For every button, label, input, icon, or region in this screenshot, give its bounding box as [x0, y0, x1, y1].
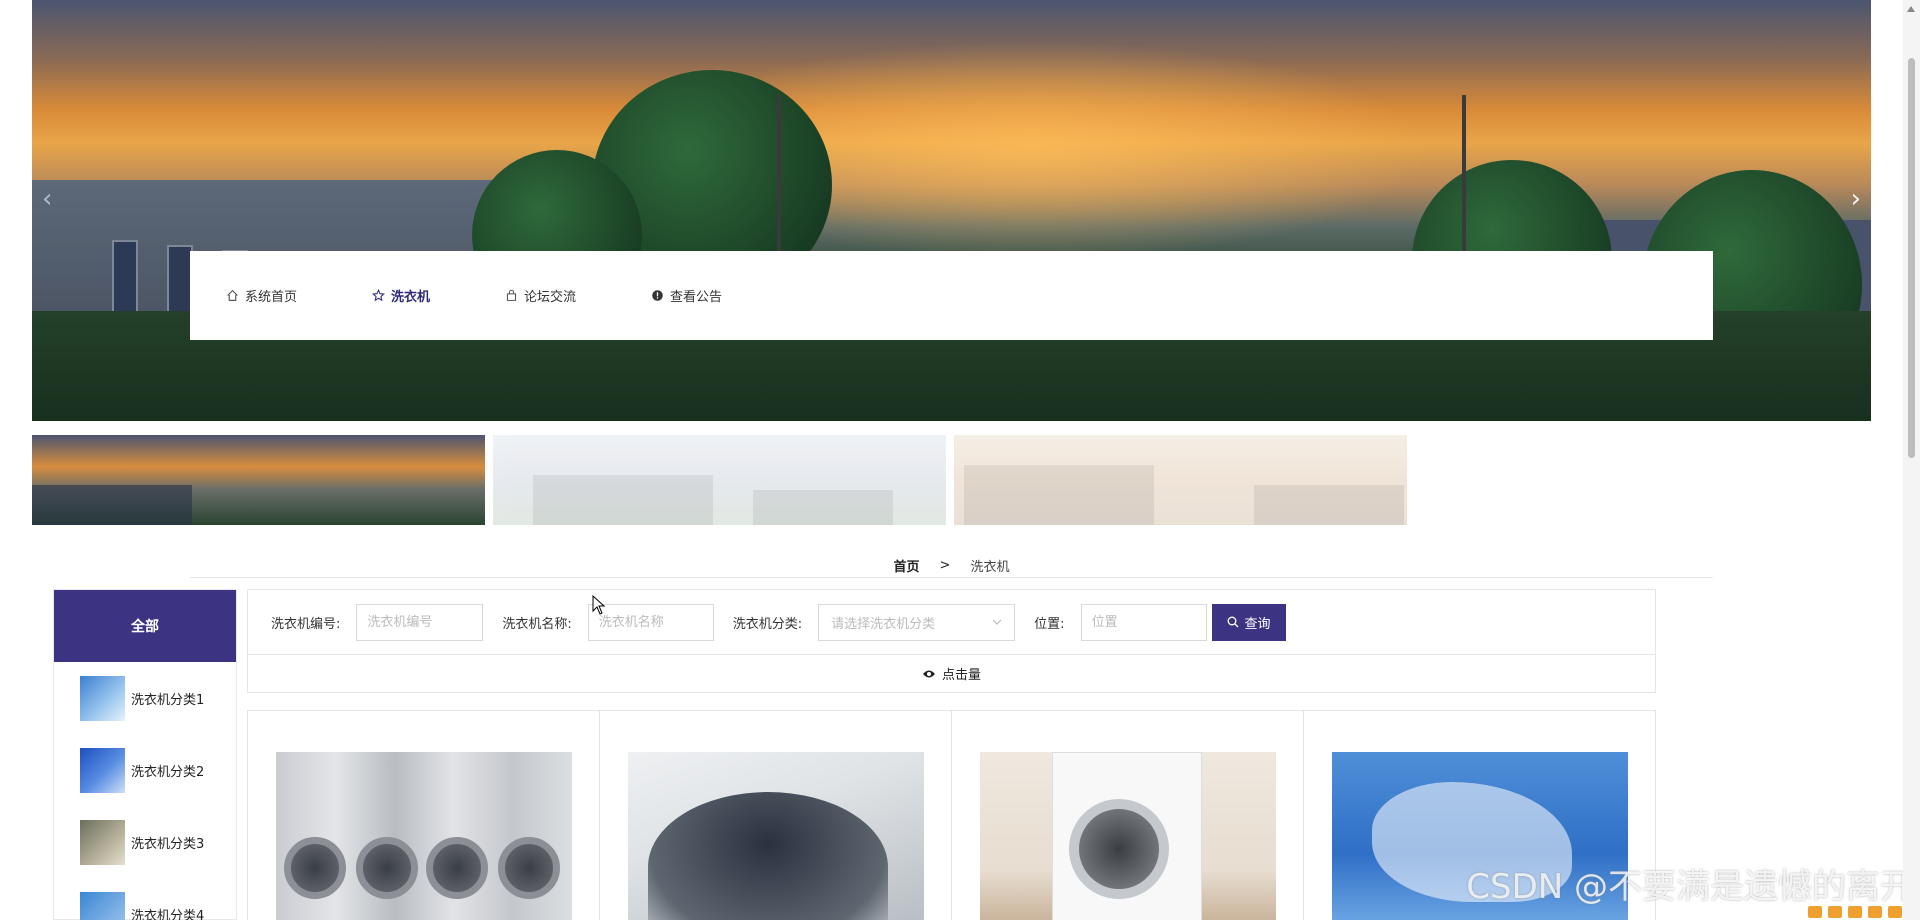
washer-drum	[283, 837, 346, 899]
tray-icon[interactable]	[1828, 906, 1842, 918]
category-item[interactable]: 洗衣机分类2	[54, 734, 236, 806]
page: ‹ › 系统首页 洗衣机 论坛交流 查看公告 首页 > 洗衣机 全部 洗衣机分类…	[0, 0, 1920, 920]
search-icon	[1227, 616, 1239, 628]
bag-icon	[506, 289, 517, 301]
scroll-thumb[interactable]	[1908, 58, 1915, 458]
search-button-label: 查询	[1244, 615, 1271, 631]
nav-item-label: 洗衣机	[391, 290, 431, 305]
info-icon	[652, 290, 663, 301]
breadcrumb-separator: >	[939, 557, 951, 573]
search-filter-bar: 洗衣机编号: 洗衣机名称: 洗衣机分类: 请选择洗衣机分类 位置: 查询	[247, 589, 1656, 655]
category-item[interactable]: 洗衣机分类3	[54, 806, 236, 878]
scroll-up-icon[interactable]	[1907, 6, 1915, 12]
thumb-building	[32, 485, 192, 525]
watermark: CSDN @不要满是遗憾的离开	[1466, 867, 1914, 907]
nav-item-label: 查看公告	[670, 290, 723, 305]
washing-machine	[1051, 752, 1202, 920]
category-thumbnail	[80, 819, 125, 865]
category-item[interactable]: 洗衣机分类1	[54, 662, 236, 734]
tray-icon[interactable]	[1808, 906, 1822, 918]
system-tray	[1808, 906, 1902, 918]
product-image[interactable]	[627, 752, 924, 920]
category-label: 洗衣机分类2	[131, 764, 205, 780]
nav-item-washer[interactable]: 洗衣机	[372, 286, 430, 305]
thumb-building	[964, 465, 1154, 525]
product-card[interactable]	[952, 711, 1304, 920]
category-thumbnail	[80, 891, 125, 920]
category-select-placeholder: 请选择洗衣机分类	[831, 616, 936, 632]
nav-item-notice[interactable]: 查看公告	[651, 286, 722, 305]
washer-door	[1068, 799, 1169, 899]
product-card[interactable]	[248, 711, 600, 920]
nav-item-label: 系统首页	[245, 290, 298, 305]
hero-carousel[interactable]: ‹ ›	[32, 0, 1871, 421]
category-thumbnail	[80, 675, 125, 721]
category-label: 洗衣机分类4	[131, 908, 205, 920]
code-label: 洗衣机编号:	[271, 616, 341, 632]
breadcrumb-home[interactable]: 首页	[894, 556, 920, 575]
sort-bar: 点击量	[247, 654, 1656, 693]
carousel-thumbnail[interactable]	[32, 435, 485, 525]
tray-icon[interactable]	[1888, 906, 1902, 918]
category-thumbnail	[80, 747, 125, 793]
thumb-building	[753, 490, 893, 525]
washer-drum	[425, 837, 488, 899]
tray-icon[interactable]	[1868, 906, 1882, 918]
star-icon	[372, 289, 386, 302]
nav-item-home[interactable]: 系统首页	[226, 286, 297, 305]
mouse-cursor-icon	[592, 595, 606, 615]
category-label: 洗衣机分类3	[131, 836, 205, 852]
sort-views-label: 点击量	[941, 668, 981, 683]
carousel-thumbnails	[32, 435, 1407, 525]
breadcrumb-current: 洗衣机	[970, 559, 1010, 575]
eye-icon	[922, 670, 935, 677]
nav-item-label: 论坛交流	[524, 290, 577, 305]
breadcrumb: 首页 > 洗衣机	[190, 553, 1713, 578]
search-button[interactable]: 查询	[1211, 603, 1286, 641]
main-nav: 系统首页 洗衣机 论坛交流 查看公告	[190, 251, 1713, 340]
washer-drum	[497, 837, 560, 899]
category-sidebar: 全部 洗衣机分类1 洗衣机分类2 洗衣机分类3 洗衣机分类4	[53, 589, 237, 920]
category-select[interactable]: 请选择洗衣机分类	[818, 603, 1016, 641]
page-scrollbar[interactable]	[1903, 0, 1920, 920]
name-input[interactable]	[587, 603, 714, 641]
name-label: 洗衣机名称:	[502, 616, 572, 632]
carousel-next-icon[interactable]: ›	[1851, 186, 1861, 212]
chevron-down-icon	[992, 619, 1002, 625]
tray-icon[interactable]	[1848, 906, 1862, 918]
position-input[interactable]	[1080, 603, 1207, 641]
laundry-basket	[647, 792, 888, 920]
thumb-building	[533, 475, 713, 525]
position-label: 位置:	[1034, 616, 1065, 632]
sort-by-views[interactable]: 点击量	[922, 664, 981, 683]
product-image[interactable]	[275, 752, 572, 920]
carousel-prev-icon[interactable]: ‹	[42, 186, 52, 212]
product-image[interactable]	[979, 752, 1276, 920]
carousel-thumbnail[interactable]	[493, 435, 946, 525]
thumb-building	[1254, 485, 1404, 525]
product-card[interactable]	[600, 711, 952, 920]
home-icon	[227, 289, 238, 301]
nav-item-forum[interactable]: 论坛交流	[505, 286, 576, 305]
category-item[interactable]: 洗衣机分类4	[54, 878, 236, 920]
code-input[interactable]	[356, 603, 484, 641]
category-label: 洗衣机分类1	[131, 692, 205, 708]
carousel-thumbnail[interactable]	[954, 435, 1407, 525]
washer-drum	[355, 837, 418, 899]
category-all[interactable]: 全部	[54, 590, 236, 662]
product-grid	[247, 710, 1656, 920]
category-filter-label: 洗衣机分类:	[732, 616, 803, 632]
